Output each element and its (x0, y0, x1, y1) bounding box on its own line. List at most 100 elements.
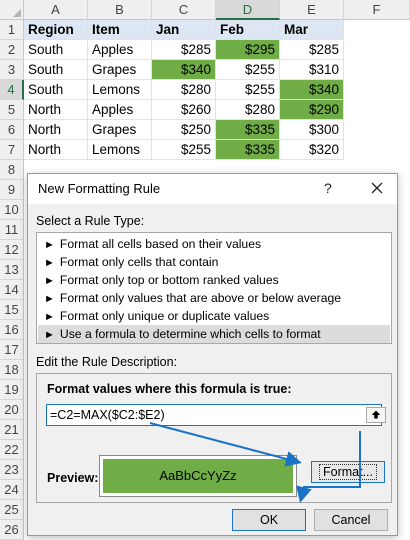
header-cell-feb[interactable]: Feb (216, 20, 280, 40)
rule-type-item[interactable]: ► Format only top or bottom ranked values (38, 271, 390, 289)
row-header[interactable]: 6 (0, 120, 24, 140)
rule-type-item[interactable]: ► Format all cells based on their values (38, 235, 390, 253)
table-cell[interactable]: $280 (152, 80, 216, 100)
table-cell[interactable]: Apples (88, 100, 152, 120)
rule-type-label: Format only values that are above or bel… (59, 291, 342, 305)
new-formatting-rule-dialog: New Formatting Rule ? Select a Rule Type… (27, 173, 398, 536)
arrow-right-icon: ► (44, 257, 55, 269)
row-header[interactable]: 16 (0, 320, 24, 340)
row-header[interactable]: 5 (0, 100, 24, 120)
header-cell-region[interactable]: Region (24, 20, 88, 40)
header-cell-mar[interactable]: Mar (280, 20, 344, 40)
table-cell[interactable]: $285 (152, 40, 216, 60)
table-cell[interactable]: North (24, 100, 88, 120)
header-cell-jan[interactable]: Jan (152, 20, 216, 40)
help-button[interactable]: ? (324, 180, 332, 196)
table-cell[interactable]: $260 (152, 100, 216, 120)
dialog-titlebar[interactable]: New Formatting Rule ? (28, 174, 397, 204)
row-header[interactable]: 11 (0, 220, 24, 240)
table-cell-highlighted[interactable]: $340 (280, 80, 344, 100)
select-all-corner[interactable] (0, 0, 24, 20)
row-header[interactable]: 18 (0, 360, 24, 380)
column-header-c[interactable]: C (152, 0, 216, 20)
table-cell[interactable]: Apples (88, 40, 152, 60)
row-header[interactable]: 7 (0, 140, 24, 160)
table-cell[interactable]: North (24, 140, 88, 160)
row-header[interactable]: 22 (0, 440, 24, 460)
row-header[interactable]: 23 (0, 460, 24, 480)
row-header[interactable]: 3 (0, 60, 24, 80)
row-header[interactable]: 13 (0, 260, 24, 280)
preview-label: Preview: (47, 471, 99, 485)
table-cell-highlighted[interactable]: $335 (216, 120, 280, 140)
close-icon[interactable] (368, 179, 386, 197)
rule-description-box: Format values where this formula is true… (36, 373, 392, 503)
select-rule-type-label: Select a Rule Type: (36, 214, 145, 228)
table-cell[interactable]: Lemons (88, 80, 152, 100)
format-button[interactable]: Format... (311, 461, 385, 483)
arrow-right-icon: ► (44, 275, 55, 287)
rule-type-label: Format only unique or duplicate values (59, 309, 270, 323)
rule-type-item[interactable]: ► Format only cells that contain (38, 253, 390, 271)
row-header[interactable]: 9 (0, 180, 24, 200)
column-header-d[interactable]: D (216, 0, 280, 20)
table-cell[interactable]: South (24, 60, 88, 80)
table-cell[interactable]: $310 (280, 60, 344, 80)
table-cell[interactable]: $300 (280, 120, 344, 140)
row-header[interactable]: 1 (0, 20, 24, 40)
table-cell[interactable]: $320 (280, 140, 344, 160)
column-header-f[interactable]: F (344, 0, 410, 20)
arrow-right-icon: ► (44, 239, 55, 251)
row-header[interactable]: 17 (0, 340, 24, 360)
table-cell-highlighted[interactable]: $290 (280, 100, 344, 120)
table-cell[interactable]: South (24, 80, 88, 100)
table-cell[interactable]: $255 (152, 140, 216, 160)
row-header[interactable]: 20 (0, 400, 24, 420)
row-header[interactable]: 10 (0, 200, 24, 220)
formula-input[interactable]: =C2=MAX($C2:$E2) (46, 404, 386, 426)
row-header[interactable]: 12 (0, 240, 24, 260)
table-cell-highlighted[interactable]: $340 (152, 60, 216, 80)
cancel-button[interactable]: Cancel (314, 509, 388, 531)
column-header-e[interactable]: E (280, 0, 344, 20)
table-cell[interactable]: North (24, 120, 88, 140)
table-cell[interactable]: Grapes (88, 60, 152, 80)
table-cell[interactable]: Lemons (88, 140, 152, 160)
rule-type-label: Use a formula to determine which cells t… (59, 327, 321, 341)
collapse-dialog-icon[interactable] (366, 407, 386, 423)
row-header[interactable]: 21 (0, 420, 24, 440)
row-header[interactable]: 2 (0, 40, 24, 60)
row-header[interactable]: 15 (0, 300, 24, 320)
row-header[interactable]: 4 (0, 80, 24, 100)
column-header-a[interactable]: A (24, 0, 88, 20)
preview-box: AaBbCcYyZz (99, 455, 297, 497)
rule-type-list[interactable]: ► Format all cells based on their values … (36, 232, 392, 344)
column-header-b[interactable]: B (88, 0, 152, 20)
row-header[interactable]: 25 (0, 500, 24, 520)
rule-type-item-selected[interactable]: ► Use a formula to determine which cells … (38, 325, 390, 343)
arrow-right-icon: ► (44, 311, 55, 323)
table-cell-highlighted[interactable]: $335 (216, 140, 280, 160)
row-header[interactable]: 19 (0, 380, 24, 400)
table-cell[interactable]: Grapes (88, 120, 152, 140)
row-header[interactable]: 26 (0, 520, 24, 540)
row-header[interactable]: 14 (0, 280, 24, 300)
rule-type-item[interactable]: ► Format only values that are above or be… (38, 289, 390, 307)
ok-button[interactable]: OK (232, 509, 306, 531)
table-cell-highlighted[interactable]: $295 (216, 40, 280, 60)
table-cell[interactable]: $280 (216, 100, 280, 120)
row-header[interactable]: 8 (0, 160, 24, 180)
table-cell[interactable]: $250 (152, 120, 216, 140)
header-cell-item[interactable]: Item (88, 20, 152, 40)
arrow-right-icon: ► (44, 329, 55, 341)
table-cell[interactable]: $285 (280, 40, 344, 60)
formula-value: =C2=MAX($C2:$E2) (50, 408, 165, 422)
format-button-label: Format... (318, 464, 377, 480)
formula-label: Format values where this formula is true… (47, 382, 292, 396)
table-cell[interactable]: $255 (216, 60, 280, 80)
rule-type-label: Format only top or bottom ranked values (59, 273, 279, 287)
rule-type-item[interactable]: ► Format only unique or duplicate values (38, 307, 390, 325)
table-cell[interactable]: South (24, 40, 88, 60)
row-header[interactable]: 24 (0, 480, 24, 500)
table-cell[interactable]: $255 (216, 80, 280, 100)
